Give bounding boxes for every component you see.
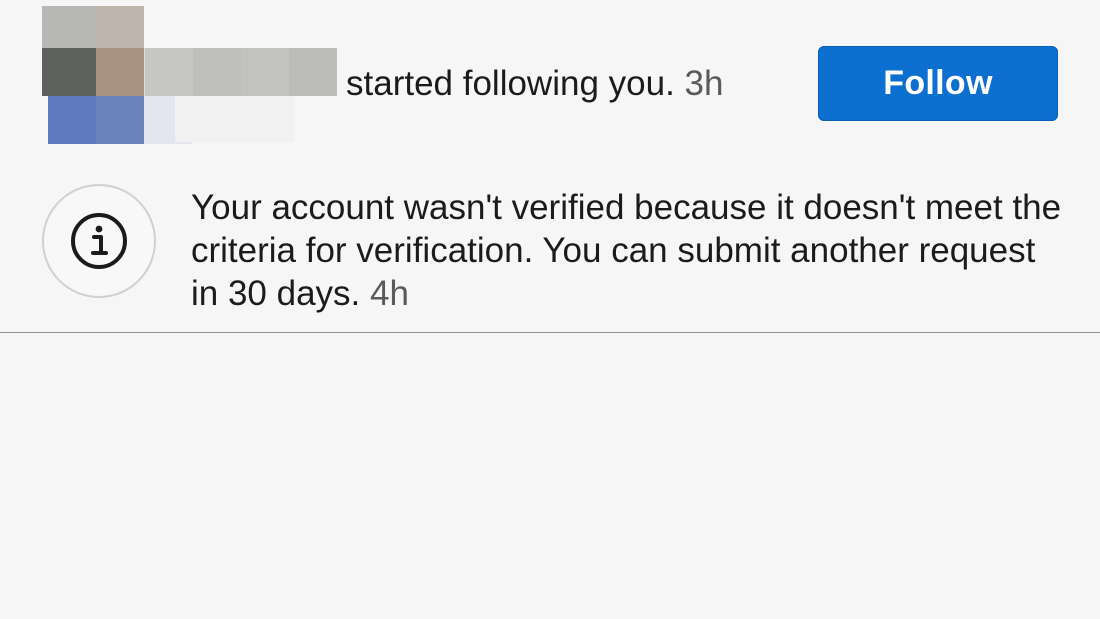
notifications-screen: started following you. 3h Follow Your ac… — [0, 0, 1100, 619]
verification-timestamp: 4h — [370, 274, 409, 313]
follow-notification-row[interactable]: started following you. 3h Follow — [0, 0, 1100, 160]
follow-timestamp: 3h — [684, 64, 724, 103]
follow-button[interactable]: Follow — [818, 46, 1058, 121]
info-icon — [71, 213, 127, 269]
verification-message: Your account wasn't verified because it … — [191, 188, 1062, 313]
verification-notification-text: Your account wasn't verified because it … — [191, 186, 1071, 315]
follow-notification-text: started following you. 3h — [346, 62, 723, 106]
empty-list-area — [0, 333, 1100, 619]
verification-notification-row[interactable]: Your account wasn't verified because it … — [0, 170, 1100, 332]
info-icon-badge — [42, 184, 156, 298]
follow-message: started following you. — [346, 64, 675, 103]
username-blurred[interactable] — [145, 48, 337, 142]
